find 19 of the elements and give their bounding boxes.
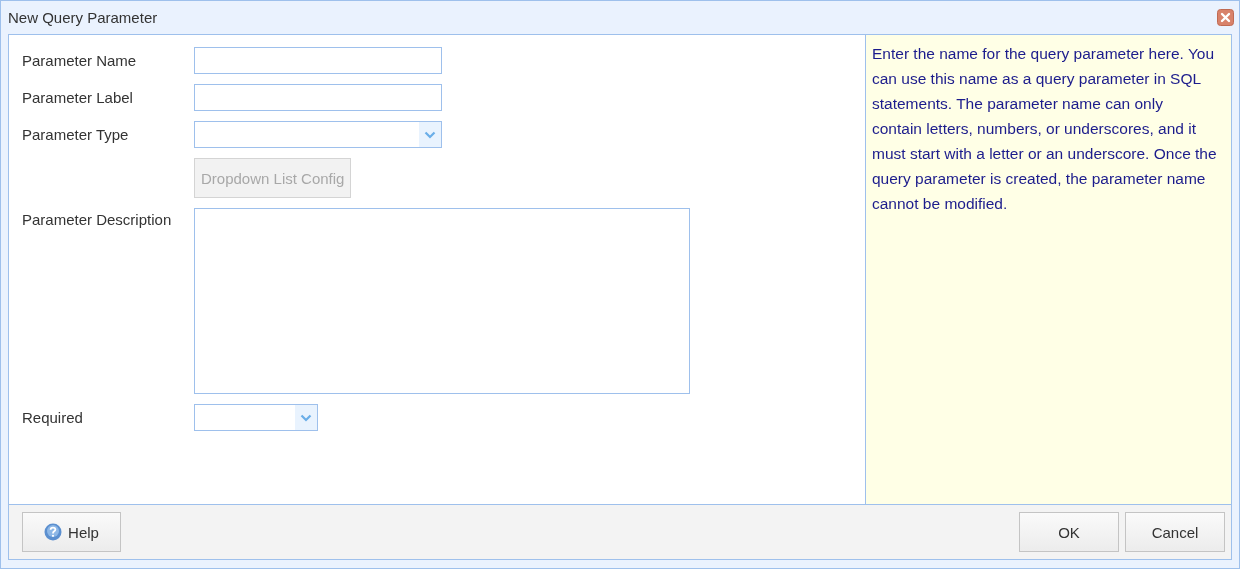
field-label: Parameter Description [22, 210, 173, 228]
dropdown-field[interactable] [194, 404, 318, 431]
field-label: Required [22, 409, 84, 426]
window-title: New Query Parameter [8, 9, 158, 26]
help-button[interactable]: Help [22, 512, 121, 552]
help-icon [44, 523, 63, 541]
field-label: Parameter Label [22, 89, 134, 106]
chevron-down-icon [300, 413, 312, 422]
cancel-button[interactable]: Cancel [1125, 512, 1225, 552]
field-label: Parameter Name [22, 52, 138, 69]
dropdown-field[interactable] [194, 121, 442, 148]
input-field[interactable] [194, 84, 442, 111]
input-field[interactable] [194, 47, 442, 74]
chevron-down-icon [424, 130, 436, 139]
help-text: Enter the name for the query parameter here. You can use this name as a query parameter in SQL statements. The parameter name can only contain letters, numbers, or underscores, and it must start with a letter or an underscore. Once the query parameter is created, the parameter name cannot be modified. [872, 44, 1218, 214]
description-field[interactable] [194, 208, 690, 394]
field-label: Parameter Type [22, 126, 130, 143]
ok-button[interactable]: OK [1019, 512, 1119, 552]
close-icon[interactable] [1217, 9, 1234, 26]
